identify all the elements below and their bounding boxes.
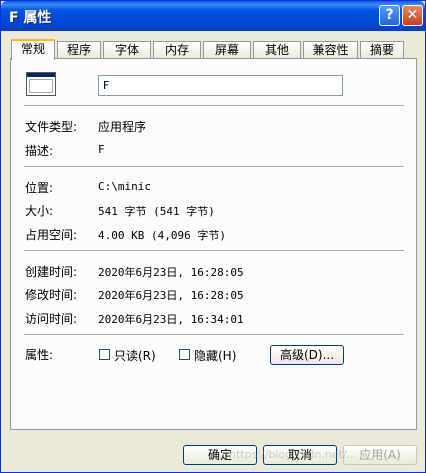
accessed-label: 访问时间:: [25, 312, 78, 326]
disk-size-value: 4.00 KB (4,096 字节): [98, 229, 226, 242]
watermark: https://blog.csdn.net/...: [229, 448, 358, 461]
tab-misc[interactable]: 其他: [253, 41, 301, 59]
help-button[interactable]: ?: [379, 5, 400, 26]
window-title: F 属性: [9, 10, 52, 26]
attributes-label: 属性:: [25, 348, 54, 362]
advanced-button[interactable]: 高级(D)...: [270, 345, 344, 365]
separator: [24, 105, 404, 107]
size-value: 541 字节 (541 字节): [98, 205, 215, 218]
separator: [24, 166, 404, 168]
general-panel: F 文件类型: 应用程序 描述: F 位置: C:\minic 大小: 541 …: [10, 58, 417, 430]
tab-memory[interactable]: 内存: [153, 41, 201, 59]
separator: [24, 334, 404, 336]
tab-font[interactable]: 字体: [103, 41, 151, 59]
tab-summary[interactable]: 摘要: [360, 41, 404, 59]
created-value: 2020年6月23日, 16:28:05: [98, 266, 244, 279]
size-label: 大小:: [25, 204, 54, 218]
properties-dialog: F 属性 ? ✕ 常规 程序 字体 内存 屏幕 其他 兼容性 摘要 F 文件类型…: [0, 0, 426, 473]
tab-general[interactable]: 常规: [11, 39, 55, 60]
location-label: 位置:: [25, 181, 54, 195]
title-bar[interactable]: F 属性 ? ✕: [1, 1, 425, 31]
separator: [24, 250, 404, 252]
tab-program[interactable]: 程序: [57, 41, 101, 59]
readonly-checkbox[interactable]: [99, 349, 110, 360]
created-label: 创建时间:: [25, 265, 78, 279]
file-name-field[interactable]: F: [98, 75, 343, 96]
hidden-checkbox-label[interactable]: 隐藏(H): [194, 347, 236, 364]
modified-value: 2020年6月23日, 16:28:05: [98, 289, 244, 302]
file-type-label: 文件类型:: [25, 120, 78, 134]
close-button[interactable]: ✕: [402, 5, 423, 26]
tab-screen[interactable]: 屏幕: [203, 41, 251, 59]
accessed-value: 2020年6月23日, 16:34:01: [98, 313, 244, 326]
hidden-checkbox[interactable]: [179, 349, 190, 360]
location-value: C:\minic: [98, 180, 151, 193]
file-type-value: 应用程序: [98, 120, 147, 134]
modified-label: 修改时间:: [25, 288, 78, 302]
readonly-checkbox-label[interactable]: 只读(R): [114, 347, 156, 364]
tab-compatibility[interactable]: 兼容性: [303, 41, 358, 59]
description-label: 描述:: [25, 144, 54, 158]
help-icon: ?: [385, 7, 394, 23]
close-icon: ✕: [406, 7, 419, 23]
description-value: F: [98, 143, 105, 156]
disk-size-label: 占用空间:: [25, 228, 78, 242]
application-icon: [26, 72, 56, 96]
